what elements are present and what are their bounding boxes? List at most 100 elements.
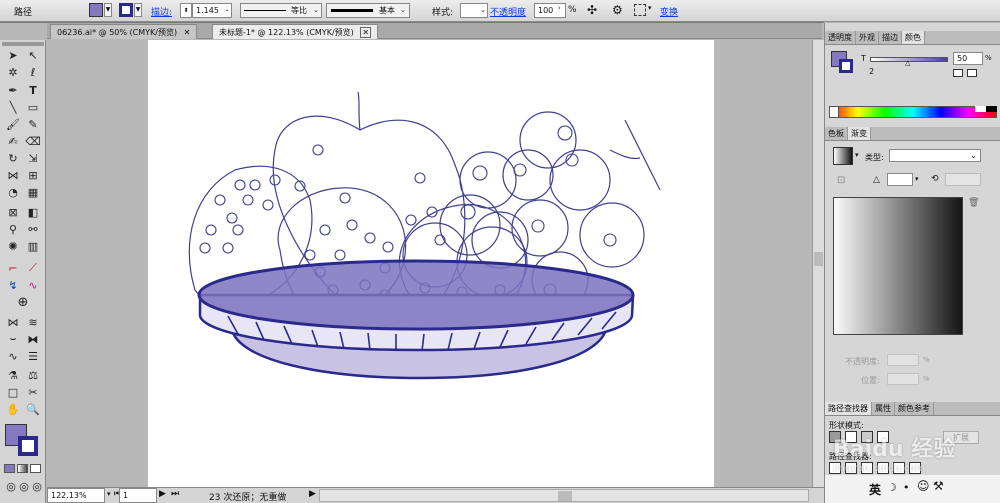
gear-icon[interactable]: ⚙ xyxy=(612,3,623,17)
color-spectrum[interactable] xyxy=(829,106,997,118)
gradient-tool-icon[interactable]: ◧ xyxy=(23,204,43,220)
lasso-tool-icon[interactable]: ℓ xyxy=(23,64,43,80)
eyedropper-tool-icon[interactable]: ⚲ xyxy=(3,221,23,237)
stop-location-input[interactable] xyxy=(887,373,919,385)
knife-tool-icon[interactable]: ✂ xyxy=(23,384,43,400)
symbol-sprayer-tool-icon[interactable]: ✺ xyxy=(3,238,23,254)
horizontal-scrollbar[interactable] xyxy=(319,489,809,502)
page-field[interactable]: 1 xyxy=(119,488,157,503)
tools-icon[interactable]: ⚒ xyxy=(933,479,944,493)
shape-builder-tool-icon[interactable]: ◔ xyxy=(3,184,23,200)
direct-selection-tool-icon[interactable]: ↖ xyxy=(23,47,43,63)
color-mode-icon[interactable] xyxy=(4,464,15,473)
live-paint-tool-icon[interactable]: ⊕ xyxy=(13,294,33,310)
vertical-scrollbar[interactable] xyxy=(812,40,824,487)
tab-color-guide[interactable]: 颜色参考 xyxy=(895,402,934,415)
free-transform-tool-icon[interactable]: ⊞ xyxy=(23,167,43,183)
mesh-tool-icon[interactable]: ⊠ xyxy=(3,204,23,220)
scroll-thumb[interactable] xyxy=(814,252,823,266)
doc-tab-1[interactable]: 06236.ai* @ 50% (CMYK/预览) ✕ xyxy=(50,24,198,39)
crop-tool-icon[interactable]: □ xyxy=(3,384,23,400)
opacity-input[interactable]: 100 xyxy=(534,3,566,18)
next-page-icon[interactable]: ▶ xyxy=(159,489,166,499)
trim-icon[interactable] xyxy=(845,462,857,474)
measure-tool-icon[interactable]: ⚖ xyxy=(23,367,43,383)
merge-icon[interactable] xyxy=(861,462,873,474)
scale-tool-icon[interactable]: ⇲ xyxy=(23,150,43,166)
draw-inside-icon[interactable]: ◎ xyxy=(27,478,47,494)
pencil-tool-icon[interactable]: ✎ xyxy=(23,116,43,132)
gradient-mode-icon[interactable] xyxy=(17,464,28,473)
slice-select-tool-icon[interactable]: ↯ xyxy=(3,277,23,293)
gradient-slider-preview[interactable] xyxy=(833,197,963,335)
white-swatch-icon[interactable] xyxy=(967,69,977,77)
artboard[interactable] xyxy=(148,40,714,487)
intersect-icon[interactable] xyxy=(861,431,873,443)
tab-color[interactable]: 颜色 xyxy=(902,31,925,44)
hand-tool-alt-icon[interactable]: ⋈ xyxy=(3,314,23,330)
align-grid-icon[interactable] xyxy=(634,4,646,16)
zoom-dropdown[interactable]: ▾ xyxy=(107,490,111,498)
angle-input[interactable] xyxy=(887,173,913,186)
stop-opacity-input[interactable] xyxy=(887,354,919,366)
line-tool-icon[interactable]: ╲ xyxy=(3,99,23,115)
minus-front-icon[interactable] xyxy=(845,431,857,443)
stroke-weight-dropdown[interactable]: ⌄ xyxy=(222,4,232,18)
divide-icon[interactable] xyxy=(829,462,841,474)
ime-mode-label[interactable]: 英 xyxy=(869,481,881,498)
magic-wand-tool-icon[interactable]: ✲ xyxy=(3,64,23,80)
none-spectrum-icon[interactable] xyxy=(829,106,839,118)
rotate-tool-icon[interactable]: ↻ xyxy=(3,150,23,166)
selection-tool-icon[interactable]: ➤ xyxy=(3,47,23,63)
tab-appearance[interactable]: 外观 xyxy=(856,31,879,44)
last-page-icon[interactable]: ⏭ xyxy=(171,489,179,499)
aspect-ratio-icon[interactable]: ⟲ xyxy=(931,174,939,184)
white-spectrum-chip[interactable] xyxy=(975,106,986,112)
brush-definition[interactable]: 基本 ⌄ xyxy=(326,3,410,18)
eyedropper-alt-tool-icon[interactable]: ⚗ xyxy=(3,367,23,383)
width-tool-icon[interactable]: ⋈ xyxy=(3,167,23,183)
tint-input[interactable]: 50 xyxy=(953,52,983,65)
tab-stroke[interactable]: 描边 xyxy=(879,31,902,44)
tint-slider-handle[interactable]: △ xyxy=(905,59,910,67)
opacity-link[interactable]: 不透明度 xyxy=(490,5,526,18)
hand-tool-icon[interactable]: ✋ xyxy=(3,401,23,417)
status-menu-icon[interactable]: ▶ xyxy=(309,489,316,499)
fill-dropdown[interactable]: ▼ xyxy=(104,3,112,17)
crop-icon[interactable] xyxy=(877,462,889,474)
tab-transparency[interactable]: 透明度 xyxy=(825,31,856,44)
chevron-down-icon[interactable]: ▾ xyxy=(648,4,652,12)
doc-tab-2[interactable]: 未标题-1* @ 122.13% (CMYK/预览) ✕ xyxy=(212,24,379,39)
twirl-tool-icon[interactable]: ⌣ xyxy=(3,331,23,347)
delete-stop-icon[interactable]: 🗑 xyxy=(968,198,979,208)
blend-tool-icon[interactable]: ⚯ xyxy=(23,221,43,237)
none-swatch-icon[interactable] xyxy=(953,69,963,77)
punctuation-icon[interactable]: • xyxy=(903,481,910,494)
stroke-swatch[interactable] xyxy=(119,3,133,17)
moon-icon[interactable]: ☽ xyxy=(887,481,897,494)
scroll-thumb[interactable] xyxy=(558,491,572,501)
close-icon[interactable]: ✕ xyxy=(184,28,191,37)
variable-width-profile[interactable]: 等比 ⌄ xyxy=(240,3,322,18)
angle-icon[interactable]: △ xyxy=(873,175,880,185)
angle-dropdown[interactable]: ▾ xyxy=(915,175,919,183)
outline-icon[interactable] xyxy=(893,462,905,474)
style-picker[interactable]: ⌄ xyxy=(460,3,488,18)
tab-attributes[interactable]: 属性 xyxy=(872,402,895,415)
exclude-icon[interactable] xyxy=(877,431,889,443)
transform-link[interactable]: 变换 xyxy=(660,5,678,18)
type-tool-icon[interactable]: T xyxy=(23,82,43,98)
crystallize-tool-icon[interactable]: ☰ xyxy=(23,348,43,364)
stroke-dropdown[interactable]: ▼ xyxy=(134,3,142,17)
eraser-tool-icon[interactable]: ⌫ xyxy=(23,133,43,149)
recolor-icon[interactable]: ✣ xyxy=(587,3,597,17)
gradient-type-select[interactable]: ⌄ xyxy=(889,149,981,162)
perspective-grid-tool-icon[interactable]: ▦ xyxy=(23,184,43,200)
eraser-scissors-tool-icon[interactable]: ∿ xyxy=(23,277,43,293)
bloat-tool-icon[interactable]: ∿ xyxy=(3,348,23,364)
black-spectrum-chip[interactable] xyxy=(986,106,997,112)
tab-pathfinder[interactable]: 路径查找器 xyxy=(825,402,872,415)
close-icon[interactable]: ✕ xyxy=(360,27,372,38)
stroke-color-box[interactable] xyxy=(18,436,38,456)
zoom-field[interactable]: 122.13% xyxy=(47,488,105,503)
